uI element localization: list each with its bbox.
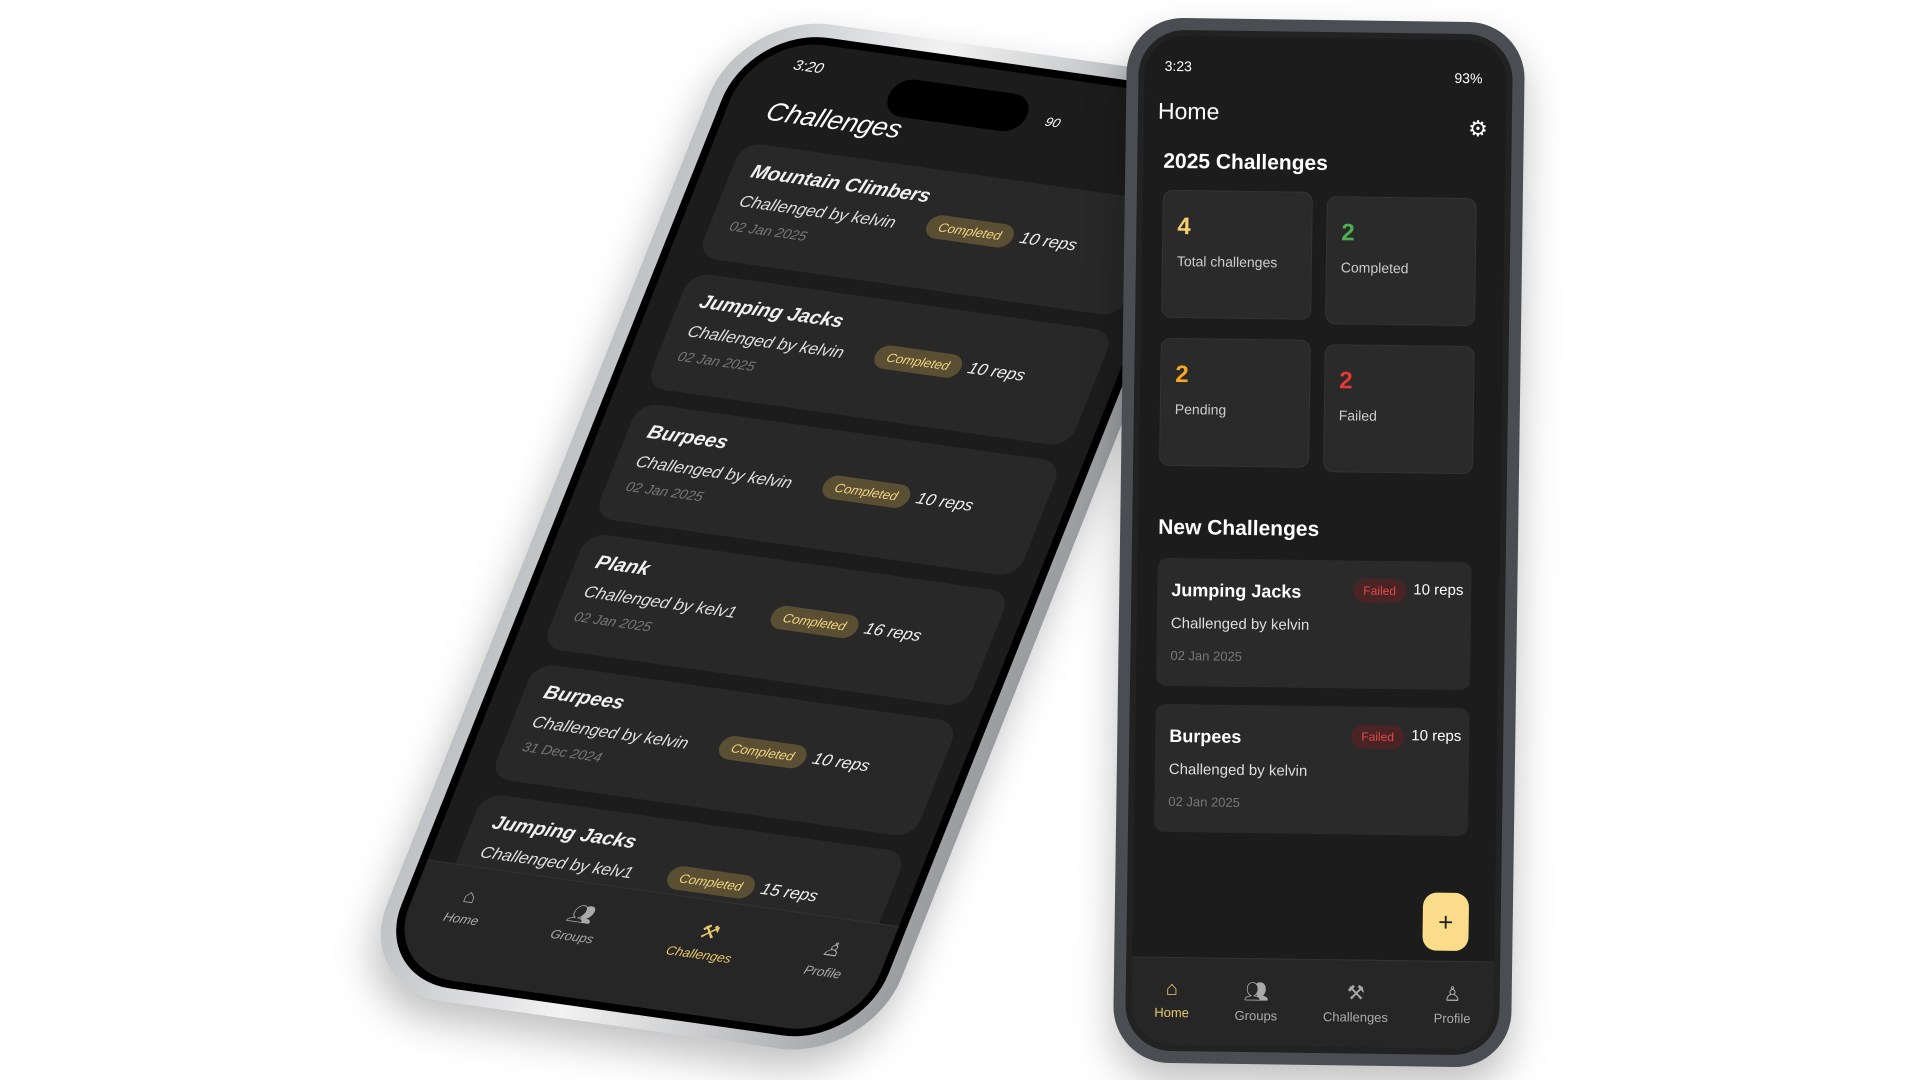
nav-groups[interactable]: 👥︎ Groups — [528, 899, 607, 997]
page-title: Challenges — [761, 96, 907, 144]
dumbbell-icon: ⚒ — [1346, 982, 1365, 1005]
groups-icon: 👥︎ — [564, 902, 598, 927]
dumbbell-icon: ⚒ — [694, 920, 721, 944]
challenge-card[interactable]: Burpees Challenged by kelvin 02 Jan 2025 Fa… — [1153, 703, 1470, 837]
stat-value: 4 — [1177, 212, 1191, 241]
nav-groups[interactable]: 👥︎ Groups — [1234, 979, 1278, 1047]
status-battery: 90 — [1042, 114, 1063, 131]
challenge-card[interactable]: Jumping Jacks Challenged by kelvin 02 Jan … — [1155, 557, 1472, 691]
nav-label: Home — [1154, 1004, 1190, 1021]
stat-value: 2 — [1341, 219, 1355, 247]
stat-label: Completed — [1340, 259, 1409, 277]
nav-label: Profile — [1433, 1010, 1471, 1027]
challenge-date: 02 Jan 2025 — [1170, 647, 1243, 664]
profile-icon: ♙ — [1443, 983, 1462, 1007]
stats-title: 2025 Challenges — [1163, 149, 1329, 176]
right-phone: 3:23 93% Home ⚙ 2025 Challenges 4 Total c… — [1112, 17, 1526, 1068]
nav-challenges[interactable]: ⚒ Challenges — [1323, 980, 1389, 1048]
reps: 10 reps — [1413, 581, 1464, 600]
stat-pending: 2 Pending — [1159, 337, 1311, 468]
stat-label: Total challenges — [1176, 252, 1278, 271]
stat-total: 4 Total challenges — [1161, 189, 1313, 320]
status-badge: Failed — [1353, 578, 1407, 604]
nav-label: Groups — [548, 926, 597, 947]
challenge-date: 02 Jan 2025 — [1168, 793, 1241, 810]
status-time: 3:20 — [790, 57, 827, 78]
home-icon: ⌂ — [459, 885, 480, 908]
status-battery: 93% — [1454, 69, 1483, 87]
home-icon: ⌂ — [1165, 977, 1179, 1001]
new-challenges-title: New Challenges — [1158, 515, 1320, 542]
nav-label: Challenges — [1322, 1009, 1389, 1026]
nav-label: Profile — [801, 962, 844, 982]
add-challenge-button[interactable]: + — [1422, 892, 1470, 952]
nav-home[interactable]: ⌂ Home — [420, 884, 491, 981]
stat-label: Pending — [1174, 400, 1227, 418]
stat-label: Failed — [1338, 407, 1378, 424]
status-time: 3:23 — [1164, 57, 1192, 75]
challenges-screen: 3:20 90 Challenges Mountain Climbers Chal… — [372, 26, 1238, 1047]
profile-icon: ♙ — [818, 938, 845, 962]
stat-failed: 2 Failed — [1322, 344, 1475, 475]
gear-icon[interactable]: ⚙ — [1468, 116, 1488, 142]
stat-completed: 2 Completed — [1325, 196, 1477, 327]
stat-value: 2 — [1339, 367, 1353, 395]
challenge-list: Mountain Climbers Challenged by kelvin 02 … — [432, 141, 1167, 983]
nav-label: Challenges — [663, 942, 734, 966]
page-title: Home — [1157, 97, 1220, 125]
reps: 10 reps — [1411, 727, 1462, 746]
nav-profile[interactable]: ♙ Profile — [1433, 982, 1471, 1050]
groups-icon: 👥︎ — [1243, 980, 1270, 1004]
nav-label: Home — [441, 909, 482, 929]
status-badge: Failed — [1351, 724, 1405, 750]
nav-home[interactable]: ⌂ Home — [1154, 978, 1190, 1045]
home-screen: 3:23 93% Home ⚙ 2025 Challenges 4 Total c… — [1124, 29, 1514, 1056]
bottom-nav: ⌂ Home 👥︎ Groups ⚒ Challenges ♙ Profile — [1130, 956, 1495, 1050]
nav-profile[interactable]: ♙ Profile — [781, 935, 854, 1032]
stat-value: 2 — [1175, 360, 1189, 389]
challenger: Challenged by kelvin — [1168, 760, 1308, 780]
challenger: Challenged by kelvin — [1170, 614, 1310, 634]
nav-challenges[interactable]: ⚒ Challenges — [644, 916, 745, 1017]
nav-label: Groups — [1234, 1007, 1278, 1024]
dynamic-island — [881, 77, 1035, 134]
